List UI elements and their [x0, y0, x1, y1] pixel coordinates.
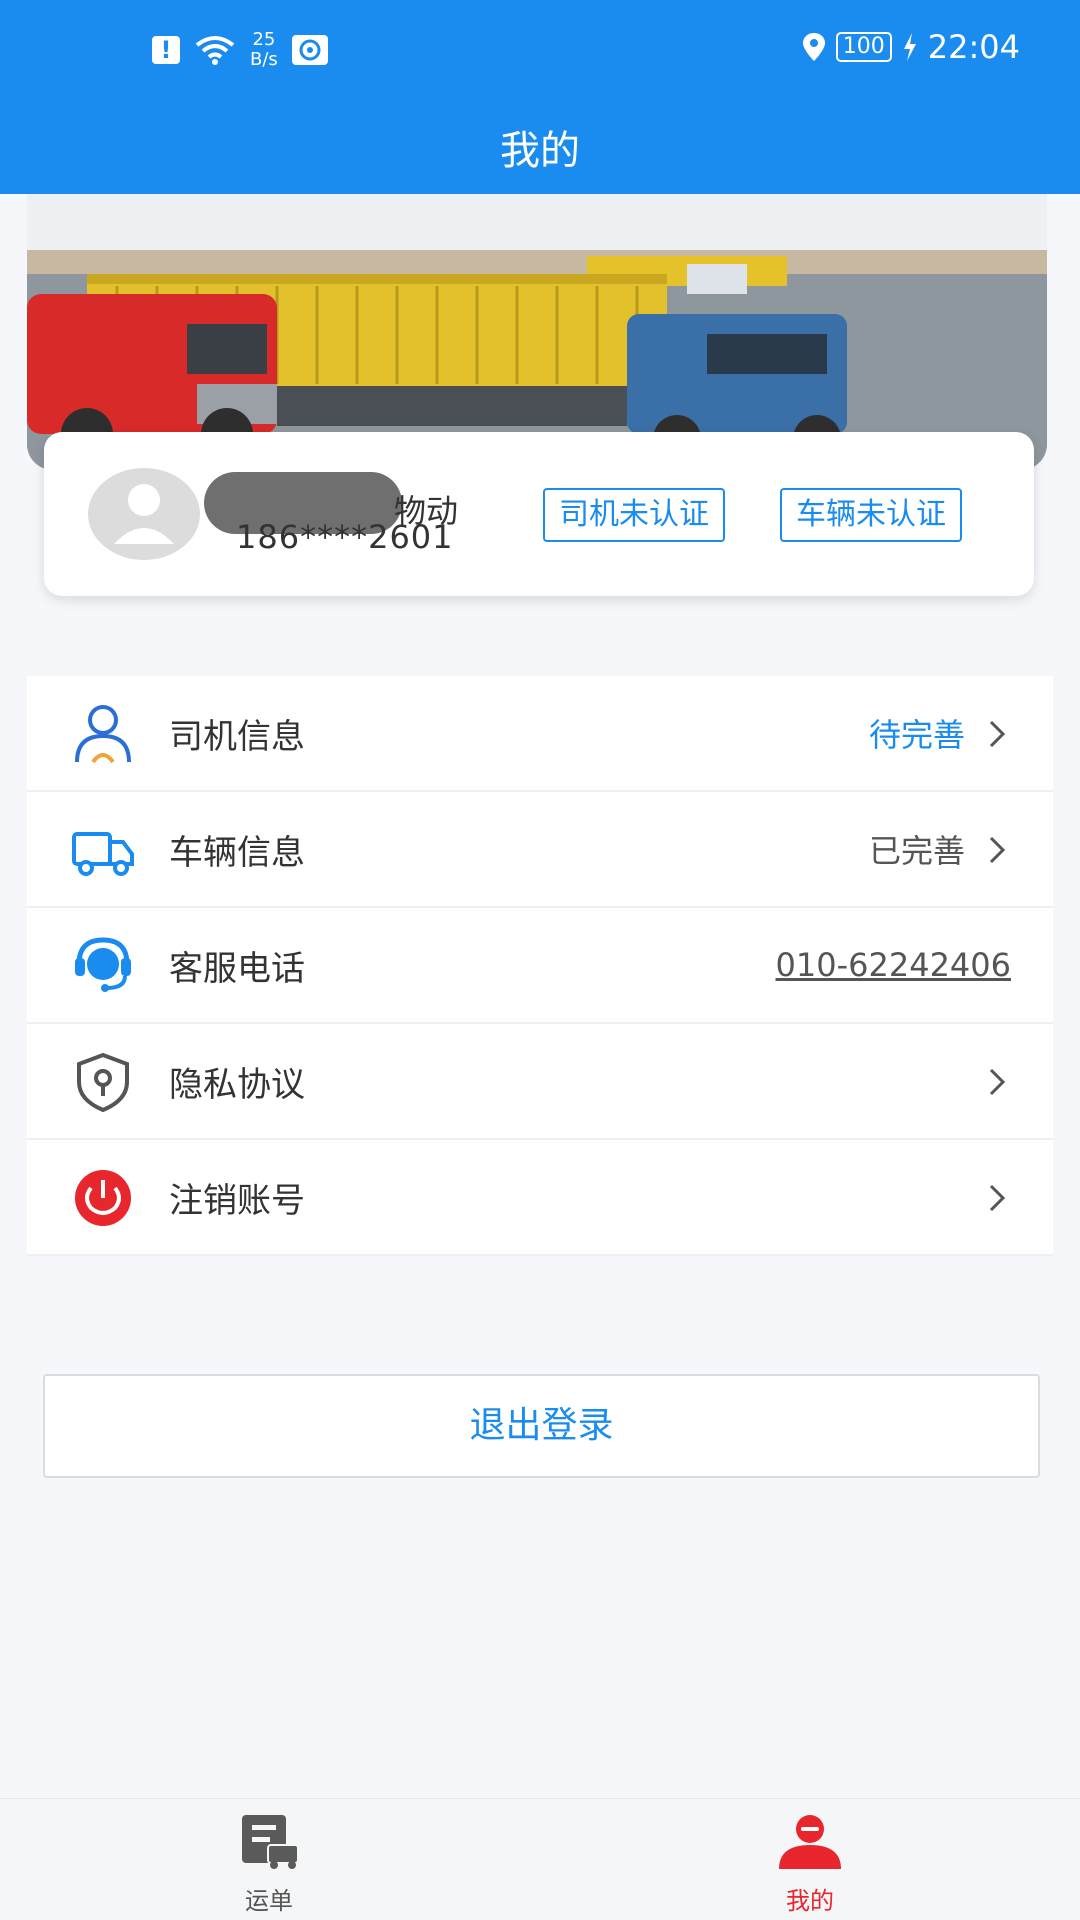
truck-icon — [72, 832, 134, 876]
phone-link[interactable]: 010-62242406 — [776, 946, 1012, 984]
menu-item-driver-info[interactable]: 司机信息 待完善 — [27, 676, 1053, 792]
status-right: 100 22:04 — [802, 28, 1020, 66]
network-speed-value: 25 — [252, 29, 276, 50]
page-title: 我的 — [500, 128, 580, 174]
app-header: ! 25 B/s 100 22:04 我的 — [0, 0, 1080, 194]
tab-label: 运单 — [245, 1887, 293, 1915]
app-notification-icon — [291, 35, 328, 65]
bottom-tab-bar: 运单 我的 — [0, 1798, 1080, 1920]
power-icon — [75, 1170, 131, 1226]
menu-label: 隐私协议 — [169, 1064, 305, 1105]
menu-label: 车辆信息 — [169, 832, 305, 873]
menu-value: 待完善 — [868, 716, 965, 754]
wifi-icon — [195, 36, 235, 65]
battery-indicator: 100 — [835, 32, 892, 62]
menu-label: 司机信息 — [169, 716, 305, 757]
user-phone: 186****2601 — [236, 518, 454, 556]
menu-label: 注销账号 — [169, 1180, 305, 1221]
clock: 22:04 — [927, 28, 1020, 66]
notification-alert-icon: ! — [152, 36, 180, 64]
logout-button[interactable]: 退出登录 — [43, 1374, 1040, 1478]
headset-icon — [75, 937, 131, 992]
vehicle-cert-badge[interactable]: 车辆未认证 — [780, 488, 962, 542]
driver-cert-badge[interactable]: 司机未认证 — [543, 488, 725, 542]
charging-icon — [903, 33, 916, 61]
status-left: ! 25 B/s — [152, 30, 328, 70]
chevron-right-icon — [989, 720, 1006, 748]
trucks-illustration — [27, 194, 1047, 470]
avatar[interactable] — [86, 466, 202, 562]
network-speed: 25 B/s — [250, 30, 278, 70]
location-icon — [802, 33, 825, 61]
menu-value: 已完善 — [868, 832, 965, 870]
profile-card: 物动 186****2601 司机未认证 车辆未认证 — [44, 432, 1034, 596]
tab-label: 我的 — [786, 1887, 834, 1915]
chevron-right-icon — [989, 1184, 1006, 1212]
driver-icon — [75, 705, 131, 764]
shield-lock-icon — [77, 1052, 129, 1112]
chevron-right-icon — [989, 1068, 1006, 1096]
menu-item-vehicle-info[interactable]: 车辆信息 已完善 — [27, 792, 1053, 908]
menu-label: 客服电话 — [169, 948, 305, 989]
menu-item-customer-service[interactable]: 客服电话 010-62242406 — [27, 908, 1053, 1024]
status-bar: ! 25 B/s 100 22:04 — [0, 0, 1080, 100]
banner-image — [27, 194, 1047, 470]
tab-waybill[interactable]: 运单 — [209, 1811, 329, 1916]
tab-profile[interactable]: 我的 — [750, 1811, 870, 1916]
settings-menu: 司机信息 待完善 车辆信息 已完善 客服电话 010-62242406 隐私协议… — [27, 676, 1053, 1256]
network-speed-unit: B/s — [250, 49, 278, 70]
menu-item-privacy[interactable]: 隐私协议 — [27, 1024, 1053, 1140]
chevron-right-icon — [989, 836, 1006, 864]
menu-item-delete-account[interactable]: 注销账号 — [27, 1140, 1053, 1256]
waybill-icon — [242, 1815, 299, 1869]
profile-icon — [779, 1815, 841, 1869]
